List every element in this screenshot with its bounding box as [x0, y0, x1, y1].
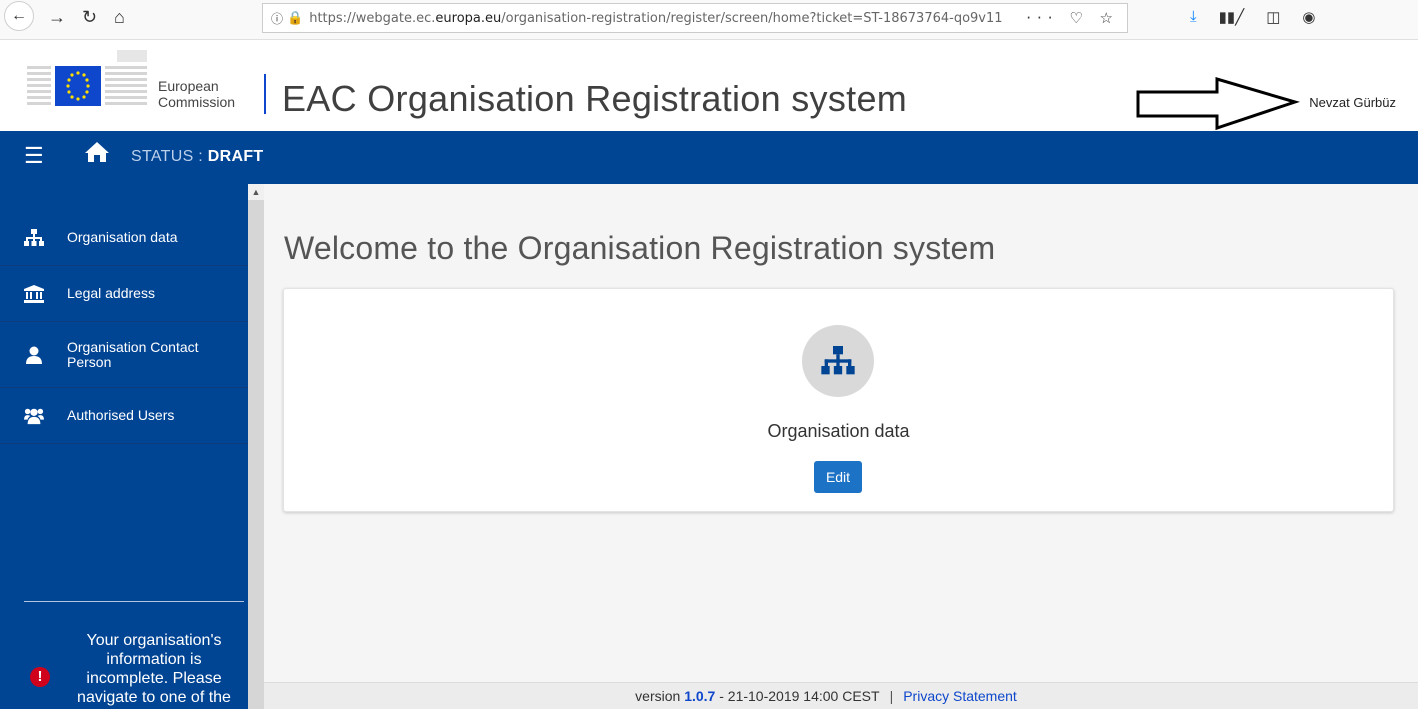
user-icon: [24, 346, 44, 364]
home-browser-icon[interactable]: ⌂: [114, 4, 125, 30]
scroll-up-icon[interactable]: ▲: [248, 184, 264, 200]
version-prefix: version: [635, 688, 681, 704]
page-title: Welcome to the Organisation Registration…: [284, 230, 996, 266]
card-icon-circle: [802, 325, 874, 397]
sitemap-icon: [24, 228, 44, 247]
header-divider: [264, 74, 266, 114]
sidebar: Organisation data Legal address Organisa…: [0, 184, 248, 709]
back-arrow-icon[interactable]: ←: [4, 1, 34, 31]
sidebar-divider: [24, 601, 244, 602]
info-icon[interactable]: ⓘ: [271, 10, 283, 27]
footer-separator: |: [889, 688, 894, 704]
arrow-annotation-icon: [1136, 76, 1300, 131]
menu-icon[interactable]: ☰: [24, 143, 44, 169]
ec-logo: [27, 50, 147, 106]
status-indicator: STATUS : DRAFT: [131, 148, 264, 165]
warning-icon: !: [30, 667, 50, 687]
app-title: EAC Organisation Registration system: [282, 78, 908, 119]
browser-toolbar: ← → ↻ ⌂ ⓘ 🔒 https://webgate.ec.europa.eu…: [0, 0, 1418, 40]
sidebar-item-contact-person[interactable]: Organisation Contact Person: [0, 322, 248, 388]
users-icon: [24, 407, 44, 425]
reload-icon[interactable]: ↻: [82, 4, 97, 30]
library-icon[interactable]: ▮▮╱: [1219, 8, 1245, 26]
download-icon[interactable]: ⤓: [1190, 8, 1197, 26]
incomplete-warning: Your organisation's information is incom…: [77, 632, 231, 706]
sidebar-item-organisation-data[interactable]: Organisation data: [0, 210, 248, 266]
bank-icon: [24, 284, 44, 303]
status-bar: ☰ STATUS : DRAFT: [0, 131, 1418, 184]
account-icon[interactable]: ◉: [1302, 8, 1315, 26]
logo-text: European Commission: [158, 78, 236, 110]
organisation-card: Organisation data Edit: [283, 288, 1394, 512]
forward-arrow-icon[interactable]: →: [48, 4, 66, 30]
edit-button[interactable]: Edit: [814, 461, 862, 493]
privacy-statement-link[interactable]: Privacy Statement: [903, 688, 1017, 704]
card-title: Organisation data: [767, 421, 910, 441]
lock-icon[interactable]: 🔒: [287, 11, 303, 26]
main-content: Welcome to the Organisation Registration…: [264, 184, 1418, 709]
version-number: 1.0.7: [684, 688, 716, 704]
address-bar[interactable]: ⓘ 🔒 https://webgate.ec.europa.eu/organis…: [262, 3, 1128, 33]
sidebar-toggle-icon[interactable]: ◫: [1266, 8, 1280, 26]
site-header: European Commission EAC Organisation Reg…: [0, 40, 1418, 131]
footer: version 1.0.7 - 21-10-2019 14:00 CEST | …: [264, 682, 1418, 709]
sidebar-item-legal-address[interactable]: Legal address: [0, 266, 248, 322]
url-text: https://webgate.ec.europa.eu/organisatio…: [309, 10, 1003, 26]
status-value: DRAFT: [207, 148, 264, 165]
sidebar-item-authorised-users[interactable]: Authorised Users: [0, 388, 248, 444]
version-date: - 21-10-2019 14:00 CEST: [719, 688, 880, 704]
user-name-link[interactable]: Nevzat Gürbüz: [1309, 95, 1396, 110]
home-icon[interactable]: [84, 141, 110, 163]
page-actions-icon[interactable]: ··· ♡ ☆: [1026, 9, 1119, 27]
sitemap-icon: [821, 346, 855, 375]
sidebar-scrollbar[interactable]: ▲: [248, 184, 264, 709]
